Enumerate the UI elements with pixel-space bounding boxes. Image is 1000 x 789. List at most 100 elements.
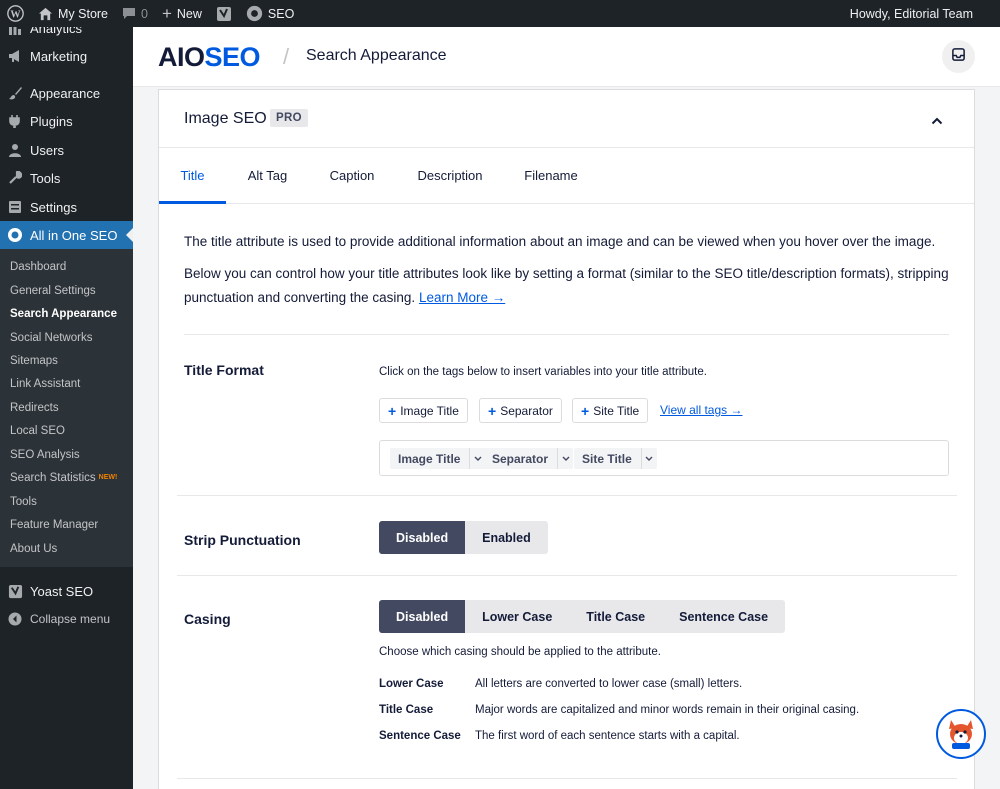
- sidebar-item-label: Plugins: [30, 113, 73, 129]
- notifications-button[interactable]: [942, 40, 975, 73]
- sidebar-item-settings[interactable]: Settings: [0, 193, 133, 221]
- site-name-label: My Store: [58, 6, 109, 21]
- plus-icon: +: [488, 402, 497, 419]
- settings-icon: [0, 200, 30, 214]
- plus-icon: +: [388, 402, 397, 419]
- admin-sidebar: Analytics Marketing Appearance Plugins U…: [0, 27, 133, 789]
- submenu-item-feature-manager[interactable]: Feature Manager: [10, 516, 98, 534]
- main-content: AIO SEO / Search Appearance Image SEO PR…: [133, 27, 1000, 789]
- casing-info-row: Sentence Case The first word of each sent…: [379, 730, 740, 742]
- strip-punctuation-disabled-button[interactable]: Disabled: [379, 521, 466, 554]
- sidebar-item-label: All in One SEO: [30, 227, 118, 243]
- sidebar-item-users[interactable]: Users: [0, 136, 133, 164]
- page-title: Search Appearance: [306, 47, 447, 64]
- wordpress-logo-button[interactable]: W: [0, 0, 31, 27]
- sidebar-item-label: Marketing: [30, 48, 88, 64]
- my-account-link[interactable]: Howdy, Editorial Team: [843, 0, 1000, 27]
- title-format-help: Click on the tags below to insert variab…: [379, 366, 707, 378]
- collapse-menu-button[interactable]: Collapse menu: [0, 607, 133, 631]
- seo-adminbar-link[interactable]: SEO: [239, 0, 301, 27]
- format-chip-image-title[interactable]: Image Title: [390, 448, 486, 469]
- sidebar-item-analytics[interactable]: Analytics: [0, 27, 133, 42]
- casing-sentence-case-button[interactable]: Sentence Case: [662, 600, 786, 633]
- learn-more-link[interactable]: Learn More →: [419, 290, 505, 305]
- divider: [177, 575, 957, 576]
- aioseo-logo[interactable]: AIO SEO: [158, 41, 261, 72]
- wrench-icon: [0, 171, 30, 185]
- insert-tag-separator-button[interactable]: + Separator: [479, 398, 562, 423]
- sidebar-item-yoast-seo[interactable]: Yoast SEO: [0, 577, 133, 605]
- submenu-item-general-settings[interactable]: General Settings: [10, 282, 96, 300]
- yoast-adminbar-link[interactable]: [209, 0, 239, 27]
- card-header[interactable]: Image SEO PRO: [159, 90, 974, 148]
- submenu-item-sitemaps[interactable]: Sitemaps: [10, 352, 58, 370]
- paintbrush-icon: [0, 86, 30, 101]
- sidebar-item-all-in-one-seo[interactable]: All in One SEO: [0, 221, 133, 249]
- sidebar-item-marketing[interactable]: Marketing: [0, 42, 133, 70]
- sidebar-item-label: Tools: [30, 170, 61, 186]
- pro-badge: PRO: [270, 109, 308, 127]
- chevron-down-icon[interactable]: [557, 448, 573, 469]
- aioseo-icon: [246, 5, 263, 22]
- casing-toggle: Disabled Lower Case Title Case Sentence …: [379, 600, 786, 633]
- logo-seo-text: SEO: [204, 41, 261, 72]
- submenu-item-tools[interactable]: Tools: [10, 493, 37, 511]
- chevron-down-icon[interactable]: [640, 448, 657, 469]
- tab-alt-tag[interactable]: Alt Tag: [239, 148, 296, 204]
- plus-icon: +: [161, 4, 172, 23]
- title-format-label: Title Format: [184, 362, 264, 378]
- sidebar-item-tools[interactable]: Tools: [0, 164, 133, 192]
- format-chip-separator[interactable]: Separator: [484, 448, 574, 469]
- tab-title[interactable]: Title: [159, 148, 226, 204]
- home-icon: [38, 7, 53, 21]
- submenu-item-dashboard[interactable]: Dashboard: [10, 258, 66, 276]
- strip-punctuation-enabled-button[interactable]: Enabled: [465, 521, 548, 554]
- tab-description[interactable]: Description: [410, 148, 490, 204]
- divider: [184, 334, 949, 335]
- submenu-item-search-statistics[interactable]: Search Statistics NEW!: [10, 469, 117, 487]
- sidebar-item-appearance[interactable]: Appearance: [0, 79, 133, 107]
- casing-label: Casing: [184, 611, 231, 627]
- strip-punctuation-toggle: Disabled Enabled: [379, 521, 548, 554]
- sidebar-item-label: Analytics: [30, 27, 83, 36]
- casing-title-case-button[interactable]: Title Case: [569, 600, 663, 633]
- casing-lower-case-button[interactable]: Lower Case: [465, 600, 570, 633]
- format-chip-site-title[interactable]: Site Title: [574, 448, 657, 469]
- view-all-tags-link[interactable]: View all tags →: [660, 403, 742, 417]
- casing-help: Choose which casing should be applied to…: [379, 646, 661, 658]
- plus-icon: +: [581, 402, 590, 419]
- help-mascot-button[interactable]: [936, 709, 986, 759]
- sidebar-item-label: Users: [30, 142, 64, 158]
- seo-label: SEO: [267, 6, 295, 21]
- new-content-link[interactable]: + New: [155, 0, 209, 27]
- sidebar-item-plugins[interactable]: Plugins: [0, 107, 133, 135]
- strip-punctuation-label: Strip Punctuation: [184, 532, 301, 548]
- site-name-link[interactable]: My Store: [31, 0, 115, 27]
- inbox-icon: [951, 47, 966, 67]
- tab-filename[interactable]: Filename: [519, 148, 583, 204]
- insert-tag-site-title-button[interactable]: + Site Title: [572, 398, 649, 423]
- megaphone-icon: [0, 49, 30, 63]
- submenu-item-search-appearance[interactable]: Search Appearance: [10, 305, 117, 323]
- sidebar-item-label: Appearance: [30, 85, 101, 101]
- plugin-icon: [0, 114, 30, 128]
- submenu-item-local-seo[interactable]: Local SEO: [10, 422, 65, 440]
- comments-link[interactable]: 0: [115, 0, 155, 27]
- svg-text:W: W: [10, 9, 21, 20]
- submenu-item-redirects[interactable]: Redirects: [10, 399, 59, 417]
- submenu-item-link-assistant[interactable]: Link Assistant: [10, 375, 80, 393]
- tab-caption[interactable]: Caption: [322, 148, 382, 204]
- title-format-input[interactable]: Image Title Separator Site Title: [379, 440, 949, 476]
- submenu-item-seo-analysis[interactable]: SEO Analysis: [10, 446, 80, 464]
- insert-tag-image-title-button[interactable]: + Image Title: [379, 398, 468, 423]
- wordpress-icon: W: [7, 5, 24, 22]
- casing-info-row: Lower Case All letters are converted to l…: [379, 678, 743, 690]
- image-seo-card: Image SEO PRO Title Alt Tag Caption Desc…: [158, 89, 975, 789]
- chevron-up-icon[interactable]: [931, 112, 943, 130]
- card-title: Image SEO: [184, 110, 267, 127]
- submenu-item-social-networks[interactable]: Social Networks: [10, 329, 92, 347]
- logo-aio-text: AIO: [158, 41, 205, 72]
- yoast-icon: [216, 6, 232, 22]
- casing-disabled-button[interactable]: Disabled: [379, 600, 466, 633]
- submenu-item-about-us[interactable]: About Us: [10, 540, 57, 558]
